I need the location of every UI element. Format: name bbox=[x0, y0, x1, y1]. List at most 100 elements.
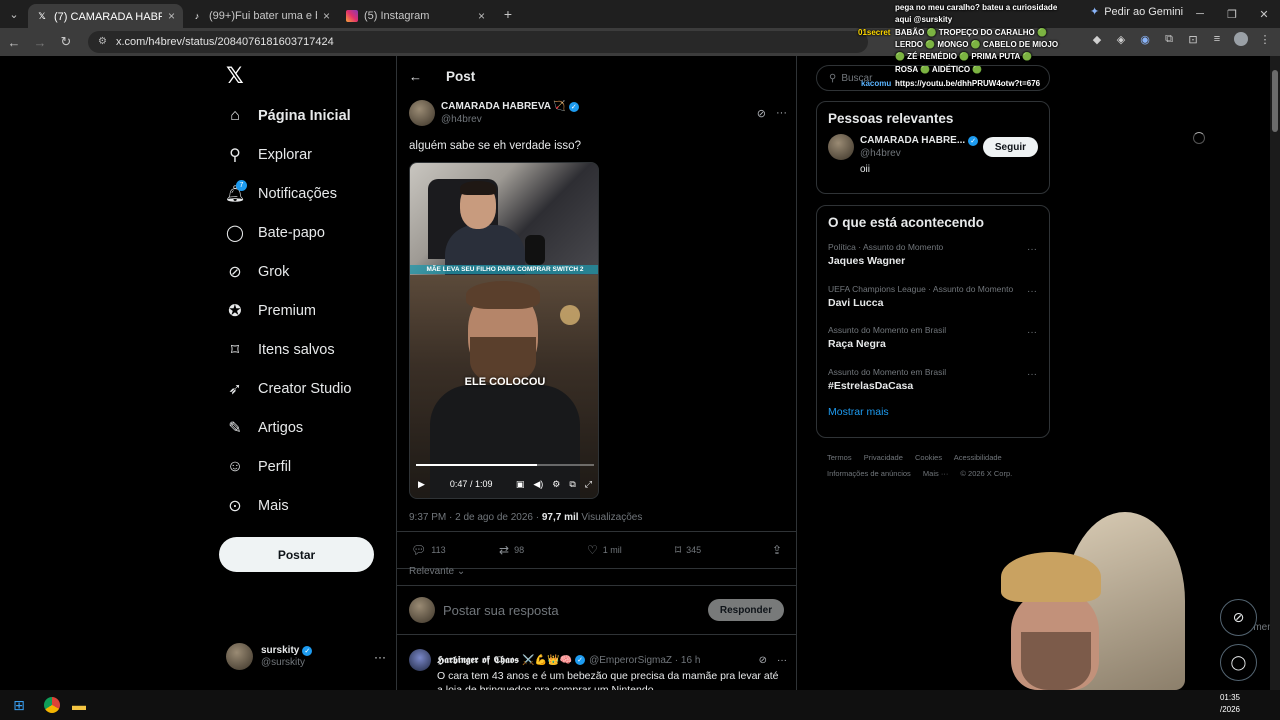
puzzle-icon[interactable]: ⧉ bbox=[1162, 32, 1176, 46]
ask-gemini-button[interactable]: ✦ Pedir ao Gemini bbox=[1090, 5, 1183, 19]
avatar[interactable] bbox=[409, 100, 435, 126]
x-logo-icon[interactable]: 𝕏 bbox=[226, 65, 246, 87]
sidebar-item-bookmarks[interactable]: ⌑ Itens salvos bbox=[226, 330, 396, 369]
kebab-menu-icon[interactable]: ⋮ bbox=[1258, 32, 1272, 46]
sort-dropdown[interactable]: Relevante ⌄ bbox=[409, 566, 465, 577]
trend-item[interactable]: Assunto do Momento em Brasil Raça Negra … bbox=[817, 323, 1049, 365]
settings-icon[interactable]: ⚙ bbox=[552, 479, 560, 490]
volume-icon[interactable]: ◀) bbox=[533, 479, 543, 490]
close-tab-icon[interactable]: × bbox=[168, 9, 175, 23]
video-player[interactable]: MÃE LEVA SEU FILHO PARA COMPRAR SWITCH 2… bbox=[409, 162, 599, 499]
sidebar-item-more[interactable]: ⊙ Mais bbox=[226, 486, 396, 525]
author-display-name[interactable]: CAMARADA HABREVA 🏹 bbox=[441, 101, 566, 112]
reply-input[interactable]: Postar sua resposta bbox=[443, 603, 559, 618]
more-horizontal-icon[interactable]: ··· bbox=[1027, 369, 1037, 380]
trend-name: Jaques Wagner bbox=[828, 255, 906, 267]
relevant-user[interactable]: CAMARADA HABRE... ✓ @h4brev Seguir bbox=[817, 126, 1049, 160]
file-explorer-icon[interactable]: ▬ bbox=[68, 694, 90, 716]
trend-item[interactable]: Assunto do Momento em Brasil #EstrelasDa… bbox=[817, 365, 1049, 407]
grok-icon[interactable]: ⊘ bbox=[757, 107, 766, 120]
reload-icon[interactable]: ↻ bbox=[54, 30, 78, 54]
profile-avatar-icon[interactable] bbox=[1234, 32, 1248, 46]
sidebar-item-articles[interactable]: ✎ Artigos bbox=[226, 408, 396, 447]
avatar[interactable] bbox=[409, 649, 431, 671]
restore-icon[interactable]: ❐ bbox=[1216, 0, 1248, 28]
site-info-icon[interactable]: ⚙ bbox=[98, 36, 110, 48]
fullscreen-icon[interactable]: ⤢ bbox=[585, 479, 592, 490]
reply-button[interactable]: 💬︎ 113 bbox=[411, 543, 499, 557]
footer-link[interactable]: Acessibilidade bbox=[954, 453, 1002, 462]
media-control-icon[interactable]: ≡ bbox=[1210, 32, 1224, 46]
sidebar-item-premium[interactable]: ✪ Premium bbox=[226, 291, 396, 330]
follow-button[interactable]: Seguir bbox=[982, 137, 1038, 157]
more-horizontal-icon[interactable]: ··· bbox=[776, 107, 787, 120]
trend-item[interactable]: Política · Assunto do Momento Jaques Wag… bbox=[817, 240, 1049, 282]
footer-link[interactable]: Mais ··· bbox=[923, 469, 948, 478]
more-horizontal-icon[interactable]: ··· bbox=[374, 650, 386, 664]
scrollbar-thumb[interactable] bbox=[1272, 70, 1278, 132]
trend-item[interactable]: UEFA Champions League · Assunto do Momen… bbox=[817, 282, 1049, 324]
more-horizontal-icon[interactable]: ··· bbox=[1027, 327, 1037, 338]
premium-icon: ✪ bbox=[228, 302, 242, 320]
sidebar-item-home[interactable]: ⌂ Página Inicial bbox=[226, 96, 396, 135]
footer-link[interactable]: Privacidade bbox=[864, 453, 903, 462]
minimize-icon[interactable]: ─ bbox=[1184, 0, 1216, 28]
profile-switch-icon[interactable]: ⊡ bbox=[1186, 32, 1200, 46]
share-icon[interactable]: ⇪ bbox=[772, 543, 782, 557]
captions-icon[interactable]: ▣ bbox=[516, 479, 525, 490]
more-horizontal-icon[interactable]: ··· bbox=[1027, 286, 1037, 297]
new-tab-button[interactable]: + bbox=[497, 3, 519, 25]
extension-icon[interactable]: ◆ bbox=[1090, 32, 1104, 46]
pip-icon[interactable]: ⧉ bbox=[569, 479, 575, 490]
repost-button[interactable]: ⇄ 98 bbox=[499, 543, 587, 557]
account-switcher[interactable]: surskity ✓ @surskity ··· bbox=[226, 643, 386, 670]
system-clock[interactable]: 01:35 /2026 bbox=[1220, 692, 1240, 716]
post-timestamp[interactable]: 9:37 PM · 2 de ago de 2026 · bbox=[409, 512, 539, 523]
messages-fab-icon[interactable]: ◯ bbox=[1220, 644, 1257, 681]
show-more-link[interactable]: Mostrar mais bbox=[817, 406, 1049, 418]
sidebar-item-profile[interactable]: ☺ Perfil bbox=[226, 447, 396, 486]
reply-author-handle[interactable]: @EmperorSigmaZ · 16 h bbox=[589, 655, 700, 666]
grok-fab-icon[interactable]: ⊘ bbox=[1220, 599, 1257, 636]
tab-tiktok[interactable]: ♪ (99+)Fui bater uma e bati fo × bbox=[183, 4, 338, 28]
tab-search-chevron-icon[interactable]: ⌄ bbox=[0, 0, 28, 28]
author-handle[interactable]: @h4brev bbox=[441, 114, 579, 125]
more-horizontal-icon[interactable]: ··· bbox=[777, 655, 787, 666]
sidebar-item-creator-studio[interactable]: ➶ Creator Studio bbox=[226, 369, 396, 408]
close-window-icon[interactable]: ✕ bbox=[1248, 0, 1280, 28]
page-scrollbar[interactable] bbox=[1270, 56, 1280, 690]
sidebar-item-chat[interactable]: ◯ Bate-papo bbox=[226, 213, 396, 252]
search-input[interactable]: ⚲ Buscar bbox=[816, 65, 1050, 91]
tab-x-post[interactable]: 𝕏 (7) CAMARADA HABREVA 🏹 no × bbox=[28, 4, 183, 28]
windows-start-icon[interactable]: ⊞ bbox=[8, 694, 30, 716]
trend-category: Assunto do Momento em Brasil bbox=[828, 366, 947, 377]
play-icon[interactable]: ▶ bbox=[418, 479, 425, 490]
url-input[interactable]: ⚙ x.com/h4brev/status/208407618160371742… bbox=[88, 31, 868, 53]
back-arrow-icon[interactable]: ← bbox=[409, 69, 422, 84]
tab-instagram[interactable]: (5) Instagram × bbox=[338, 4, 493, 28]
forward-arrow-icon[interactable]: → bbox=[28, 30, 52, 54]
sidebar-item-grok[interactable]: ⊘ Grok bbox=[226, 252, 396, 291]
sidebar-item-explore[interactable]: ⚲ Explorar bbox=[226, 135, 396, 174]
footer-link[interactable]: Informações de anúncios bbox=[827, 469, 911, 478]
more-horizontal-icon[interactable]: ··· bbox=[1027, 244, 1037, 255]
post-button[interactable]: Postar bbox=[219, 537, 374, 572]
bookmark-button[interactable]: ⌑ 345 bbox=[675, 543, 763, 557]
extension-icon[interactable]: ◉ bbox=[1138, 32, 1152, 46]
clock-time: 01:35 bbox=[1219, 693, 1240, 702]
back-arrow-icon[interactable]: ← bbox=[2, 30, 26, 54]
footer-link[interactable]: Termos bbox=[827, 453, 852, 462]
video-progress-bar[interactable] bbox=[416, 464, 594, 466]
like-button[interactable]: ♡ 1 mil bbox=[587, 543, 675, 557]
footer-link[interactable]: Cookies bbox=[915, 453, 942, 462]
close-tab-icon[interactable]: × bbox=[323, 9, 330, 23]
chrome-icon[interactable] bbox=[44, 697, 60, 713]
grok-icon[interactable]: ⊘ bbox=[759, 655, 767, 666]
reply-submit-button[interactable]: Responder bbox=[708, 599, 784, 621]
search-icon: ⚲ bbox=[829, 72, 837, 84]
reply-author-name[interactable]: 𝕳𝖆𝖗𝖇𝖎𝖓𝖌𝖊𝖗 𝖔𝖋 𝕮𝖍𝖆𝖔𝖘 ⚔️💪👑🧠 bbox=[437, 655, 572, 666]
close-tab-icon[interactable]: × bbox=[478, 9, 485, 23]
extension-icon[interactable]: ◈ bbox=[1114, 32, 1128, 46]
sort-label: Relevante bbox=[409, 566, 455, 577]
sidebar-item-notifications[interactable]: 🔔︎ 7 Notificações bbox=[225, 174, 396, 213]
